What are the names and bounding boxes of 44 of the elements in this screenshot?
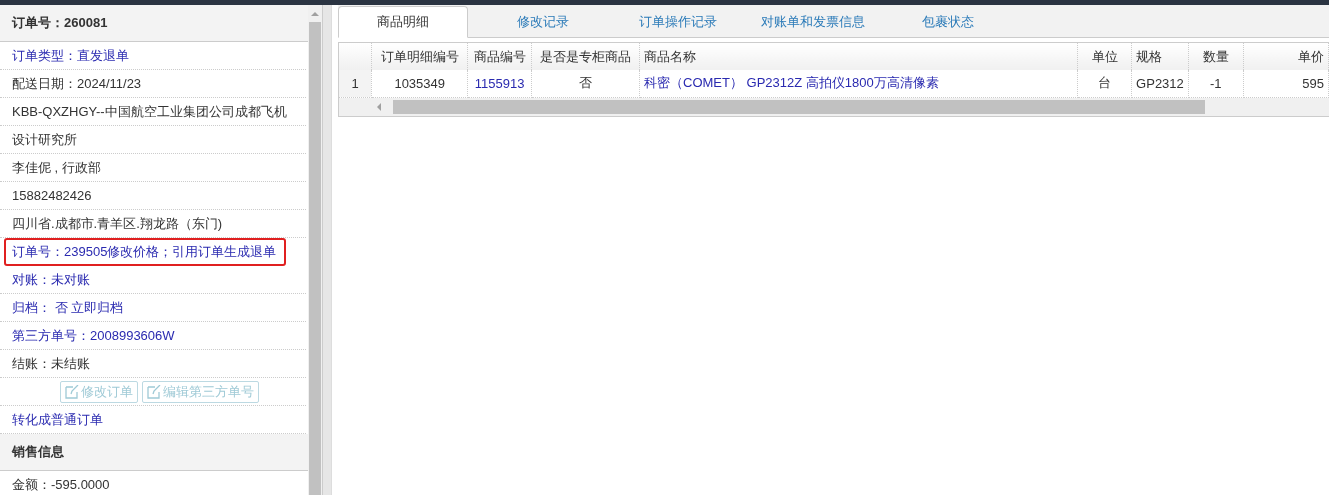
tab[interactable]: 包裹状态: [880, 7, 1015, 37]
info-text: KBB-QXZHGY--中国航空工业集团公司成都飞机: [0, 98, 306, 126]
scrollbar-thumb[interactable]: [309, 22, 321, 495]
info-text: 金额：-595.0000: [0, 471, 306, 495]
info-text: 15882482426: [0, 182, 306, 210]
info-text: 李佳伲 , 行政部: [0, 154, 306, 182]
scroll-left-icon[interactable]: [377, 102, 381, 111]
vertical-scrollbar[interactable]: [308, 5, 322, 495]
column-header: 订单明细编号: [371, 43, 468, 70]
edit-icon: [64, 384, 79, 399]
table-cell: 1035349: [371, 70, 468, 97]
table-cell: GP2312: [1131, 70, 1189, 97]
row-number: 1: [339, 70, 372, 97]
column-header: 单位: [1077, 43, 1132, 70]
info-text: 配送日期：2024/11/23: [0, 70, 306, 98]
tab[interactable]: 对账单和发票信息: [745, 7, 880, 37]
info-link[interactable]: 归档： 否 立即归档: [0, 294, 306, 322]
column-header: 单价: [1243, 43, 1329, 70]
splitter[interactable]: [322, 5, 332, 495]
column-header: 是否是专柜商品: [531, 43, 640, 70]
scrollbar-thumb[interactable]: [393, 99, 1205, 114]
tab[interactable]: 修改记录: [475, 7, 610, 37]
info-link[interactable]: 订单号：239505修改价格；引用订单生成退单: [4, 238, 286, 266]
tab[interactable]: 订单操作记录: [610, 7, 745, 37]
info-link[interactable]: 第三方单号：2008993606W: [0, 322, 306, 350]
table-link[interactable]: 1155913: [467, 70, 532, 97]
column-header: 商品编号: [467, 43, 532, 70]
table-cell: -1: [1188, 70, 1244, 97]
tab[interactable]: 商品明细: [338, 6, 468, 38]
section-header: 销售信息: [0, 434, 308, 471]
table-link[interactable]: 科密（COMET） GP2312Z 高拍仪1800万高清像素: [639, 70, 1078, 97]
column-header: 商品名称: [639, 43, 1078, 70]
info-link[interactable]: 订单类型：直发退单: [0, 42, 306, 70]
info-link[interactable]: 对账：未对账: [0, 266, 306, 294]
edit-icon: [146, 384, 161, 399]
section-header: 订单号：260081: [0, 5, 308, 42]
table-cell: 595: [1243, 70, 1329, 97]
table-cell: 否: [531, 70, 640, 97]
info-text: 设计研究所: [0, 126, 306, 154]
column-header: 规格: [1131, 43, 1189, 70]
table-cell: 台: [1077, 70, 1132, 97]
info-text: 结账：未结账: [0, 350, 306, 378]
info-text: 四川省.成都市.青羊区.翔龙路（东门): [0, 210, 306, 238]
column-header: 数量: [1188, 43, 1244, 70]
